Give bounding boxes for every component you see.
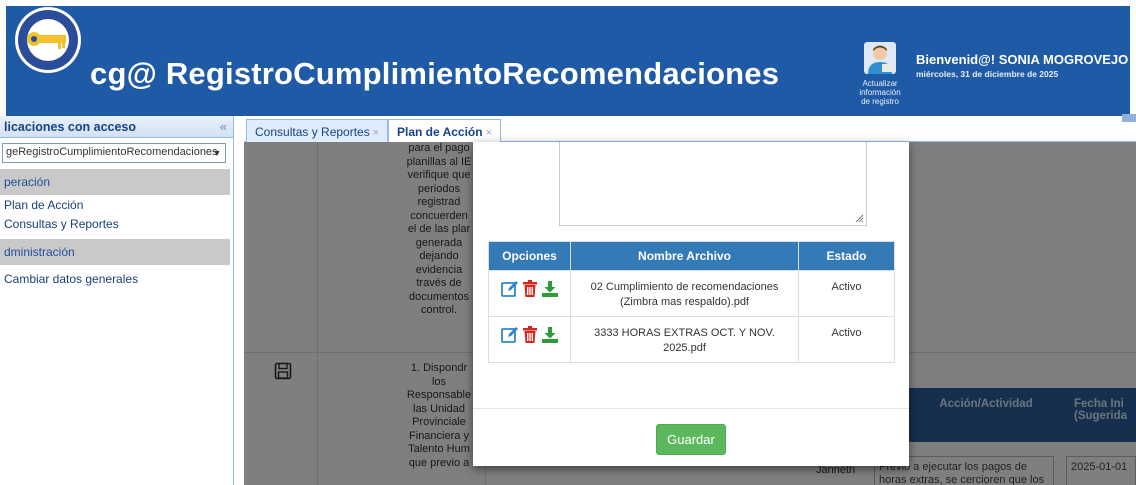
- welcome-text: Bienvenid@! SONIA MOGROVEJO: [916, 52, 1129, 67]
- attachments-table: Opciones Nombre Archivo Estado 02 Cumpli…: [488, 241, 895, 363]
- modal-footer: Guardar: [473, 408, 909, 466]
- sidebar-item-consultas-reportes[interactable]: Consultas y Reportes: [4, 217, 119, 231]
- attachments-modal: Opciones Nombre Archivo Estado 02 Cumpli…: [473, 142, 909, 466]
- sidebar-header: licaciones con acceso «: [0, 116, 233, 138]
- delete-icon[interactable]: [521, 280, 539, 298]
- column-header-opciones: Opciones: [488, 241, 571, 271]
- save-button[interactable]: Guardar: [656, 424, 726, 455]
- tab-bar: Consultas y Reportes × Plan de Acción ×: [244, 116, 1136, 143]
- sidebar-title: licaciones con acceso: [4, 120, 137, 134]
- sidebar-item-plan-accion[interactable]: Plan de Acción: [4, 198, 83, 212]
- header-bar: cg@ RegistroCumplimientoRecomendaciones …: [6, 6, 1136, 122]
- observation-textarea[interactable]: [559, 142, 867, 226]
- file-name-line: 3333 HORAS EXTRAS OCT. Y NOV.: [594, 327, 775, 339]
- tab-consultas-reportes[interactable]: Consultas y Reportes ×: [246, 119, 389, 142]
- column-header-nombre-archivo: Nombre Archivo: [570, 241, 799, 271]
- delete-icon[interactable]: [521, 326, 539, 344]
- contraloria-seal-logo: [15, 7, 81, 73]
- sidebar-item-cambiar-datos[interactable]: Cambiar datos generales: [4, 272, 138, 286]
- collapse-icon[interactable]: «: [220, 119, 227, 134]
- application-select-value: geRegistroCumplimientoRecomendaciones: [6, 146, 218, 158]
- application-select[interactable]: geRegistroCumplimientoRecomendaciones ▼: [2, 143, 226, 163]
- update-profile-line-3: de registro: [861, 97, 899, 106]
- section-administracion[interactable]: dministración: [0, 239, 230, 265]
- current-date: miércoles, 31 de diciembre de 2025: [916, 69, 1059, 79]
- app-name: RegistroCumplimientoRecomendaciones: [165, 56, 780, 91]
- status-cell: Activo: [798, 270, 895, 317]
- status-cell: Activo: [798, 316, 895, 363]
- resize-grip-icon[interactable]: [855, 214, 864, 223]
- tab-plan-accion[interactable]: Plan de Acción ×: [388, 119, 502, 143]
- file-name-line: 2025.pdf: [663, 342, 706, 354]
- close-icon[interactable]: ×: [486, 127, 492, 139]
- update-profile-line-2: información: [859, 88, 901, 97]
- download-icon[interactable]: [541, 280, 559, 298]
- close-icon[interactable]: ×: [373, 127, 379, 139]
- chevron-down-icon: ▼: [212, 148, 222, 158]
- options-cell: [488, 270, 571, 317]
- update-profile-button[interactable]: Actualizar información de registro: [854, 42, 906, 118]
- app-brand: cg@: [90, 56, 158, 91]
- edit-icon[interactable]: [500, 326, 519, 344]
- file-name-line: (Zimbra mas respaldo).pdf: [620, 296, 749, 308]
- options-cell: [488, 316, 571, 363]
- app-title: cg@ RegistroCumplimientoRecomendaciones: [90, 56, 779, 92]
- table-row: 02 Cumplimiento de recomendaciones (Zimb…: [488, 270, 895, 317]
- file-name-cell: 02 Cumplimiento de recomendaciones (Zimb…: [570, 270, 799, 317]
- table-header-row: Opciones Nombre Archivo Estado: [488, 241, 895, 271]
- modal-body: Opciones Nombre Archivo Estado 02 Cumpli…: [473, 142, 909, 408]
- edit-icon[interactable]: [500, 280, 519, 298]
- file-name-cell: 3333 HORAS EXTRAS OCT. Y NOV. 2025.pdf: [570, 316, 799, 363]
- app-header: cg@ RegistroCumplimientoRecomendaciones …: [0, 0, 1136, 122]
- table-row: 3333 HORAS EXTRAS OCT. Y NOV. 2025.pdf A…: [488, 316, 895, 363]
- sidebar: licaciones con acceso « geRegistroCumpli…: [0, 116, 234, 485]
- user-avatar-icon: [864, 42, 896, 74]
- file-name-line: 02 Cumplimiento de recomendaciones: [590, 281, 779, 293]
- update-profile-line-1: Actualizar: [862, 79, 898, 88]
- tab-label: Plan de Acción: [397, 125, 483, 139]
- download-icon[interactable]: [541, 326, 559, 344]
- column-header-estado: Estado: [798, 241, 895, 271]
- tab-label: Consultas y Reportes: [255, 125, 370, 139]
- section-operacion[interactable]: peración: [0, 169, 230, 195]
- update-profile-label: Actualizar información de registro: [854, 79, 906, 106]
